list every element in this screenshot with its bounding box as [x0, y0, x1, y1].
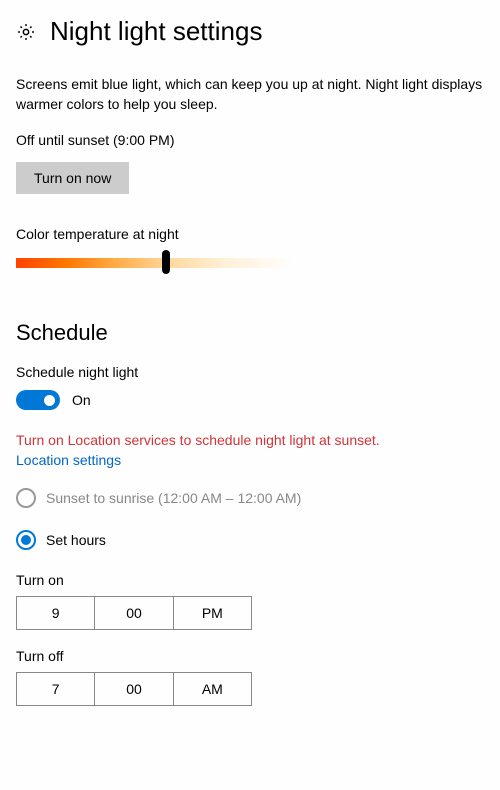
- color-temperature-slider[interactable]: [16, 252, 296, 272]
- radio-set-hours-label: Set hours: [46, 532, 106, 548]
- schedule-toggle-label: Schedule night light: [16, 364, 484, 380]
- color-temperature-label: Color temperature at night: [16, 226, 484, 242]
- slider-thumb[interactable]: [162, 250, 170, 274]
- radio-sunset-label: Sunset to sunrise (12:00 AM – 12:00 AM): [46, 490, 301, 506]
- turn-on-now-button[interactable]: Turn on now: [16, 162, 129, 194]
- turn-on-time-picker[interactable]: 9 00 PM: [16, 596, 252, 630]
- schedule-heading: Schedule: [16, 320, 484, 346]
- schedule-toggle-state: On: [72, 392, 91, 408]
- status-text: Off until sunset (9:00 PM): [16, 132, 484, 148]
- location-settings-link[interactable]: Location settings: [16, 452, 121, 468]
- page-title: Night light settings: [50, 16, 262, 47]
- description-text: Screens emit blue light, which can keep …: [16, 75, 484, 114]
- turn-on-hour[interactable]: 9: [17, 597, 94, 629]
- turn-on-minute[interactable]: 00: [94, 597, 172, 629]
- turn-on-ampm[interactable]: PM: [173, 597, 251, 629]
- radio-set-hours[interactable]: [16, 530, 36, 550]
- turn-off-label: Turn off: [16, 648, 484, 664]
- turn-off-hour[interactable]: 7: [17, 673, 94, 705]
- turn-on-label: Turn on: [16, 572, 484, 588]
- radio-sunset-to-sunrise[interactable]: [16, 488, 36, 508]
- schedule-toggle[interactable]: [16, 390, 60, 410]
- turn-off-ampm[interactable]: AM: [173, 673, 251, 705]
- location-warning: Turn on Location services to schedule ni…: [16, 432, 484, 448]
- gear-icon: [16, 22, 36, 42]
- turn-off-time-picker[interactable]: 7 00 AM: [16, 672, 252, 706]
- turn-off-minute[interactable]: 00: [94, 673, 172, 705]
